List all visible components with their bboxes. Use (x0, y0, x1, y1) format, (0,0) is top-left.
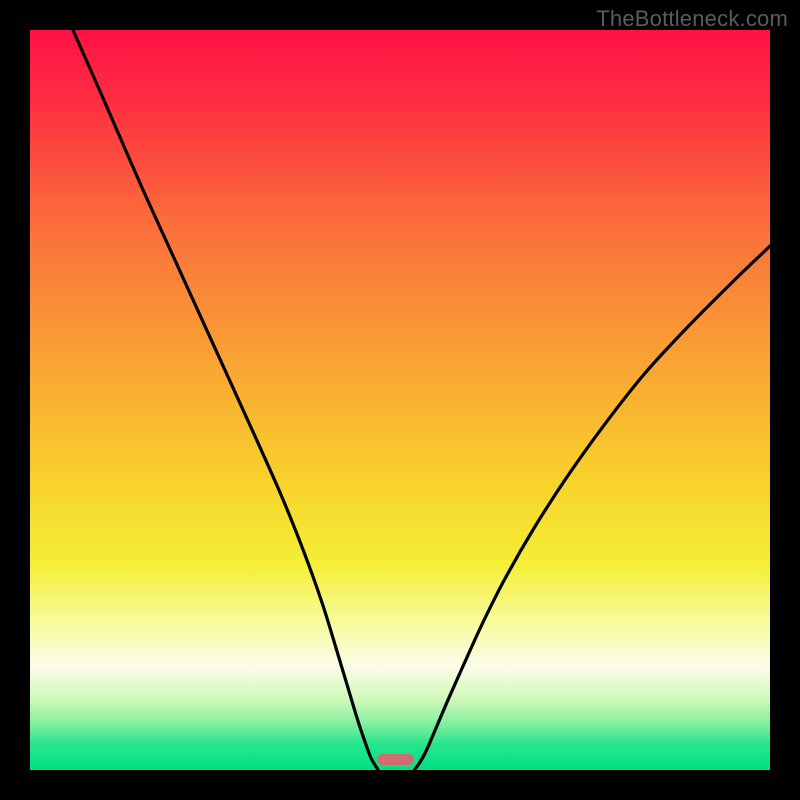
curve-right (415, 246, 770, 769)
curve-left (73, 30, 378, 769)
bottleneck-marker (377, 754, 414, 766)
curve-layer (30, 30, 770, 770)
chart-frame: TheBottleneck.com (0, 0, 800, 800)
plot-area (30, 30, 770, 770)
watermark-text: TheBottleneck.com (596, 6, 788, 32)
